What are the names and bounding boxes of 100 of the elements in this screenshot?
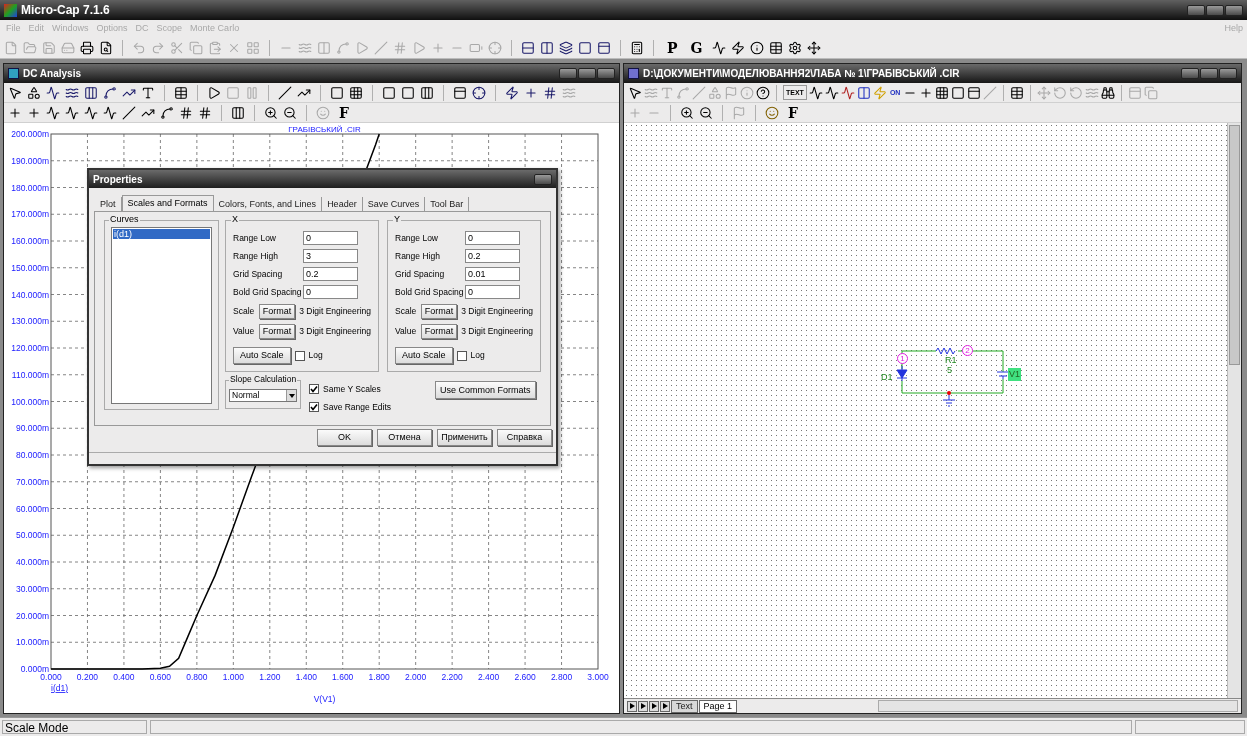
tab[interactable]: Header [322, 197, 363, 211]
x-tick-label: 2.000 [405, 672, 427, 682]
component-value: 5 [947, 366, 952, 375]
page-tab[interactable]: Text [671, 699, 698, 713]
dialog-button[interactable]: Отмена [377, 429, 432, 446]
checkbox-label: Log [470, 349, 485, 362]
field-label: Grid Spacing [233, 267, 284, 281]
y-tick-label: 90.000m [15, 423, 49, 434]
field-label: Value [233, 325, 255, 338]
format-button[interactable]: Format [420, 324, 458, 339]
component-label: D1 [881, 373, 893, 382]
list-item[interactable]: i(d1) [113, 229, 210, 239]
window-title: DC Analysis [23, 67, 81, 81]
group-label: Curves [109, 215, 140, 224]
status-text: Scale Mode [2, 720, 147, 734]
page-tab[interactable]: Page 1 [698, 699, 738, 713]
y-tick-label: 110.000m [11, 369, 49, 380]
tab[interactable]: Plot [95, 197, 122, 211]
component-label: R1 [945, 356, 957, 365]
y-tick-label: 70.000m [15, 476, 49, 487]
toolbar-button[interactable]: P [663, 40, 682, 55]
x-tick-label: 2.600 [514, 672, 536, 682]
x-tick-label: 3.000 [587, 672, 609, 682]
checkbox-label: Same Y Scales [323, 383, 381, 396]
node-label: 2 [962, 345, 973, 356]
y-tick-label: 20.000m [15, 610, 49, 621]
toolbar-button[interactable]: F [784, 105, 802, 120]
dialog-button[interactable]: OK [317, 429, 372, 446]
field-label: Scale [395, 305, 417, 318]
format-value: 3 Digit Engineering [461, 325, 533, 338]
input-field[interactable]: 0.01 [465, 267, 520, 281]
y-tick-label: 40.000m [15, 557, 49, 567]
x-tick-label: 2.200 [441, 672, 463, 682]
x-tick-label: 1.800 [368, 672, 390, 682]
tab[interactable]: Colors, Fonts, and Lines [213, 197, 323, 211]
x-tick-label: 1.400 [295, 672, 317, 682]
field-label: Range High [395, 249, 441, 263]
format-button[interactable]: Format [258, 304, 296, 319]
window-title: Micro-Cap 7.1.6 [21, 2, 110, 19]
y-tick-label: 50.000m [15, 530, 49, 541]
y-tick-label: 200.000m [11, 129, 49, 139]
input-field[interactable]: 0.2 [465, 249, 520, 263]
format-button[interactable]: Format [258, 324, 296, 339]
x-tick-label: 2.800 [550, 672, 573, 682]
y-tick-label: 180.000m [11, 182, 49, 193]
x-tick-label: 1.000 [222, 672, 244, 682]
toolbar-button[interactable]: F [335, 105, 353, 120]
input-field[interactable]: 0 [303, 285, 358, 299]
tab[interactable]: Scales and Formats [121, 195, 214, 211]
auto-scale-button[interactable]: Auto Scale [233, 347, 291, 364]
field-label: Range Low [233, 231, 277, 245]
input-field[interactable]: 0 [303, 231, 358, 245]
x-axis-label: V(V1) [313, 694, 336, 704]
tab[interactable]: Save Curves [362, 197, 426, 211]
y-tick-label: 80.000m [15, 450, 49, 460]
y-tick-label: 190.000m [11, 155, 49, 166]
group-label: Slope Calculation [229, 375, 298, 384]
field-label: Value [395, 325, 417, 338]
component-label: V1 [1008, 368, 1021, 381]
format-value: 3 Digit Engineering [461, 305, 533, 318]
field-label: Range High [233, 249, 279, 263]
field-label: Bold Grid Spacing [233, 285, 303, 299]
input-field[interactable]: 3 [303, 249, 358, 263]
x-tick-label: 1.200 [259, 672, 281, 682]
input-field[interactable]: 0 [465, 231, 520, 245]
format-value: 3 Digit Engineering [299, 325, 371, 338]
y-tick-label: 160.000m [11, 236, 49, 246]
field-label: Grid Spacing [395, 267, 446, 281]
y-tick-label: 150.000m [11, 262, 49, 273]
legend-link[interactable]: i(d1) [51, 683, 68, 693]
input-field[interactable]: 0.2 [303, 267, 358, 281]
x-tick-label: 2.400 [477, 672, 500, 682]
auto-scale-button[interactable]: Auto Scale [395, 347, 453, 364]
format-value: 3 Digit Engineering [299, 305, 371, 318]
dialog-button[interactable]: Применить [437, 429, 492, 446]
checkbox-label: Save Range Edits [323, 400, 392, 414]
y-tick-label: 100.000m [11, 396, 49, 407]
toolbar-button[interactable]: G [686, 40, 707, 55]
dialog-title: Properties [93, 172, 143, 187]
tab[interactable]: Tool Bar [425, 197, 470, 211]
format-button[interactable]: Format [420, 304, 458, 319]
group-label: Y [393, 215, 401, 224]
input-field[interactable]: 0 [465, 285, 520, 299]
dialog-button[interactable]: Справка [497, 429, 552, 446]
x-tick-label: 0.200 [76, 672, 99, 682]
field-label: Range Low [395, 231, 439, 245]
common-formats-button[interactable]: Use Common Formats [435, 381, 536, 399]
window-title: D:\ДОКУМЕНТИ\МОДЕЛЮВАННЯ2\ЛАБА № 1\ГРАБІВСЬКИЙ .CIR [643, 66, 960, 81]
x-tick-label: 0.800 [186, 672, 208, 682]
group-label: X [231, 215, 239, 224]
y-tick-label: 170.000m [11, 209, 49, 220]
y-tick-label: 60.000m [15, 503, 49, 514]
node-label: 1 [897, 353, 908, 364]
checkbox-label: Log [308, 349, 323, 362]
dropdown[interactable]: Normal [229, 389, 297, 402]
field-label: Scale [233, 305, 255, 318]
x-tick-label: 0.600 [149, 672, 172, 682]
y-tick-label: 120.000m [11, 343, 49, 353]
y-tick-label: 140.000m [11, 289, 49, 300]
y-tick-label: 30.000m [15, 583, 49, 594]
